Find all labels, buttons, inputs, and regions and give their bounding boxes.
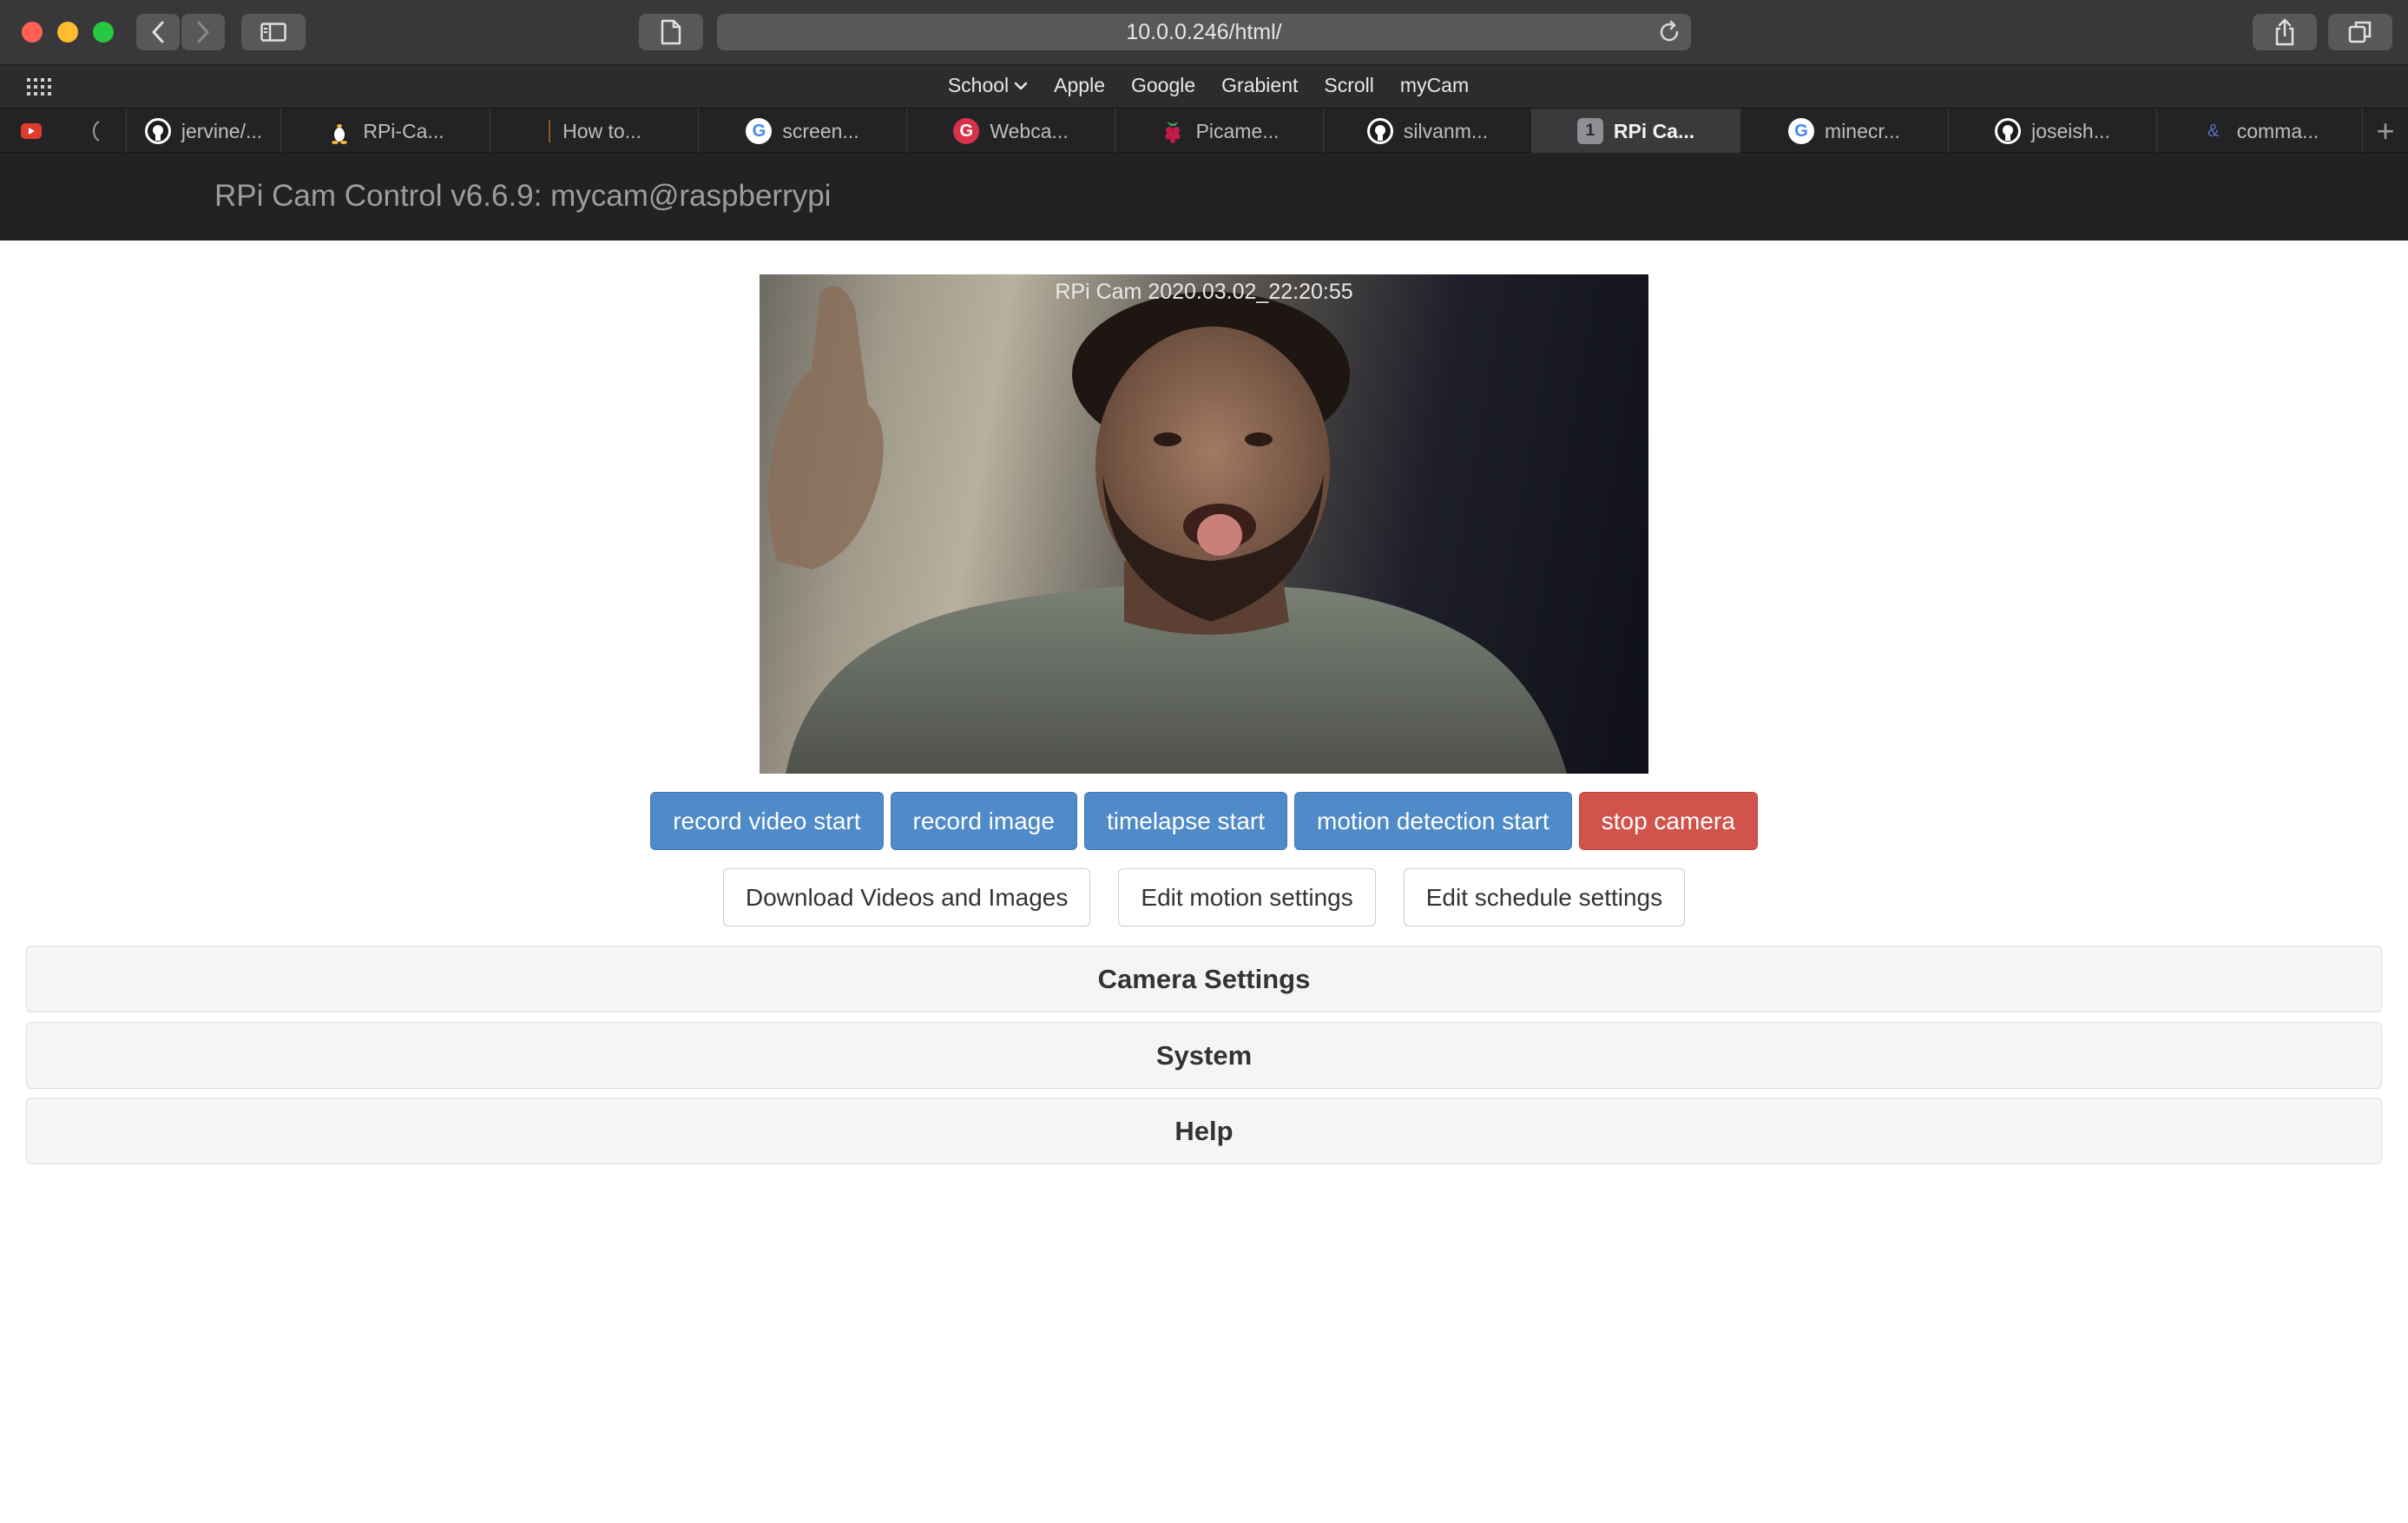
browser-titlebar: 10.0.0.246/html/ xyxy=(0,0,2408,64)
camera-image xyxy=(768,286,1567,774)
page-icon xyxy=(661,19,681,45)
camera-preview[interactable]: RPi Cam 2020.03.02_22:20:55 xyxy=(760,274,1648,774)
page-icon xyxy=(92,121,100,142)
favorite-scroll[interactable]: Scroll xyxy=(1324,74,1374,97)
github-icon xyxy=(1995,118,2022,144)
reader-button[interactable] xyxy=(639,14,703,50)
address-bar[interactable]: 10.0.0.246/html/ xyxy=(717,14,1691,50)
tab-screen[interactable]: G screen... xyxy=(699,109,907,154)
favorite-label: School xyxy=(947,74,1010,96)
record-video-button[interactable]: record video start xyxy=(650,792,884,850)
favorite-label: myCam xyxy=(1399,74,1470,96)
page-navbar: RPi Cam Control v6.6.9: mycam@raspberryp… xyxy=(0,153,2408,241)
secondary-button-row: Download Videos and Images Edit motion s… xyxy=(0,868,2408,926)
close-window-button[interactable] xyxy=(22,22,43,43)
back-button[interactable] xyxy=(136,14,180,50)
chevron-right-icon xyxy=(197,21,209,43)
plus-icon: + xyxy=(2376,113,2395,148)
forward-button[interactable] xyxy=(181,14,225,50)
github-icon xyxy=(144,118,171,144)
tab-label: RPi-Ca... xyxy=(363,119,444,142)
tab-picamera[interactable]: Picame... xyxy=(1115,109,1324,154)
favorite-label: Grabient xyxy=(1221,74,1299,96)
favorite-grabient[interactable]: Grabient xyxy=(1221,74,1298,97)
tab-label: joseish... xyxy=(2031,119,2110,142)
youtube-icon xyxy=(21,123,42,139)
tab-label: screen... xyxy=(782,119,859,142)
google-icon: G xyxy=(746,118,773,144)
edit-schedule-settings-button[interactable]: Edit schedule settings xyxy=(1403,868,1686,926)
tab-label: How to... xyxy=(563,119,641,142)
page-icon xyxy=(547,118,552,144)
share-button[interactable] xyxy=(2253,14,2317,50)
tab-silvanm[interactable]: silvanm... xyxy=(1324,109,1532,154)
tab-label: Webca... xyxy=(990,119,1069,142)
tab-label: minecr... xyxy=(1825,119,1900,142)
chevron-left-icon xyxy=(152,21,164,43)
pinned-tab-youtube[interactable] xyxy=(0,109,63,154)
help-panel[interactable]: Help xyxy=(26,1098,2382,1164)
record-image-button[interactable]: record image xyxy=(890,792,1077,850)
webcam-g-icon: G xyxy=(953,118,980,144)
share-icon xyxy=(2275,18,2294,46)
favorite-mycam[interactable]: myCam xyxy=(1400,74,1469,97)
raspberry-icon xyxy=(1160,118,1186,144)
motion-detection-button[interactable]: motion detection start xyxy=(1294,792,1572,850)
tab-bar: jervine/... RPi-Ca... How to... G screen… xyxy=(0,108,2408,154)
linux-penguin-icon xyxy=(326,118,352,144)
timelapse-button[interactable]: timelapse start xyxy=(1083,792,1288,850)
tab-commands[interactable]: & comma... xyxy=(2157,109,2363,154)
tab-joseish[interactable]: joseish... xyxy=(1949,109,2157,154)
address-url: 10.0.0.246/html/ xyxy=(1126,20,1282,44)
tab-minecraft[interactable]: G minecr... xyxy=(1740,109,1949,154)
zoom-window-button[interactable] xyxy=(93,22,114,43)
system-panel[interactable]: System xyxy=(26,1022,2382,1089)
chevron-down-icon xyxy=(1014,82,1028,89)
google-icon: G xyxy=(1788,118,1815,144)
tab-jervine[interactable]: jervine/... xyxy=(127,109,281,154)
tab-webcam[interactable]: G Webca... xyxy=(907,109,1115,154)
pinned-tab-2[interactable] xyxy=(63,109,127,154)
tab-how-to[interactable]: How to... xyxy=(490,109,699,154)
favorite-label: Scroll xyxy=(1324,74,1374,96)
tab-rpi-cam-github[interactable]: RPi-Ca... xyxy=(281,109,490,154)
favorite-google[interactable]: Google xyxy=(1131,74,1195,97)
tab-label: Picame... xyxy=(1195,119,1280,142)
github-icon xyxy=(1366,118,1393,144)
camera-settings-panel[interactable]: Camera Settings xyxy=(26,946,2382,1012)
favorite-label: Apple xyxy=(1054,74,1105,96)
tab-label: jervine/... xyxy=(181,119,263,142)
page-title[interactable]: RPi Cam Control v6.6.9: mycam@raspberryp… xyxy=(214,179,831,214)
tab-overview-button[interactable] xyxy=(2328,14,2392,50)
reload-icon[interactable] xyxy=(1656,19,1682,45)
minimize-window-button[interactable] xyxy=(57,22,78,43)
action-button-row: record video start record image timelaps… xyxy=(0,792,2408,850)
sidebar-toggle-button[interactable] xyxy=(241,14,306,50)
download-media-button[interactable]: Download Videos and Images xyxy=(722,868,1091,926)
favorite-label: Google xyxy=(1131,74,1196,96)
stop-camera-button[interactable]: stop camera xyxy=(1578,792,1758,850)
sidebar-icon xyxy=(260,23,286,42)
favorite-school[interactable]: School xyxy=(948,74,1028,97)
tab-label: silvanm... xyxy=(1403,119,1489,142)
favorites-bar: School Apple Google Grabient Scroll myCa… xyxy=(0,64,2408,108)
tab-label: RPi Ca... xyxy=(1613,119,1695,142)
edit-motion-settings-button[interactable]: Edit motion settings xyxy=(1118,868,1376,926)
number-1-icon: 1 xyxy=(1576,118,1603,144)
tab-overview-icon xyxy=(2348,21,2372,43)
tab-rpi-cam-active[interactable]: 1 RPi Ca... xyxy=(1532,109,1740,154)
new-tab-button[interactable]: + xyxy=(2363,109,2408,154)
tab-label: comma... xyxy=(2236,119,2319,142)
favorite-apple[interactable]: Apple xyxy=(1054,74,1105,97)
ampersand-icon: & xyxy=(2207,121,2220,141)
camera-timestamp-overlay: RPi Cam 2020.03.02_22:20:55 xyxy=(1055,280,1353,304)
